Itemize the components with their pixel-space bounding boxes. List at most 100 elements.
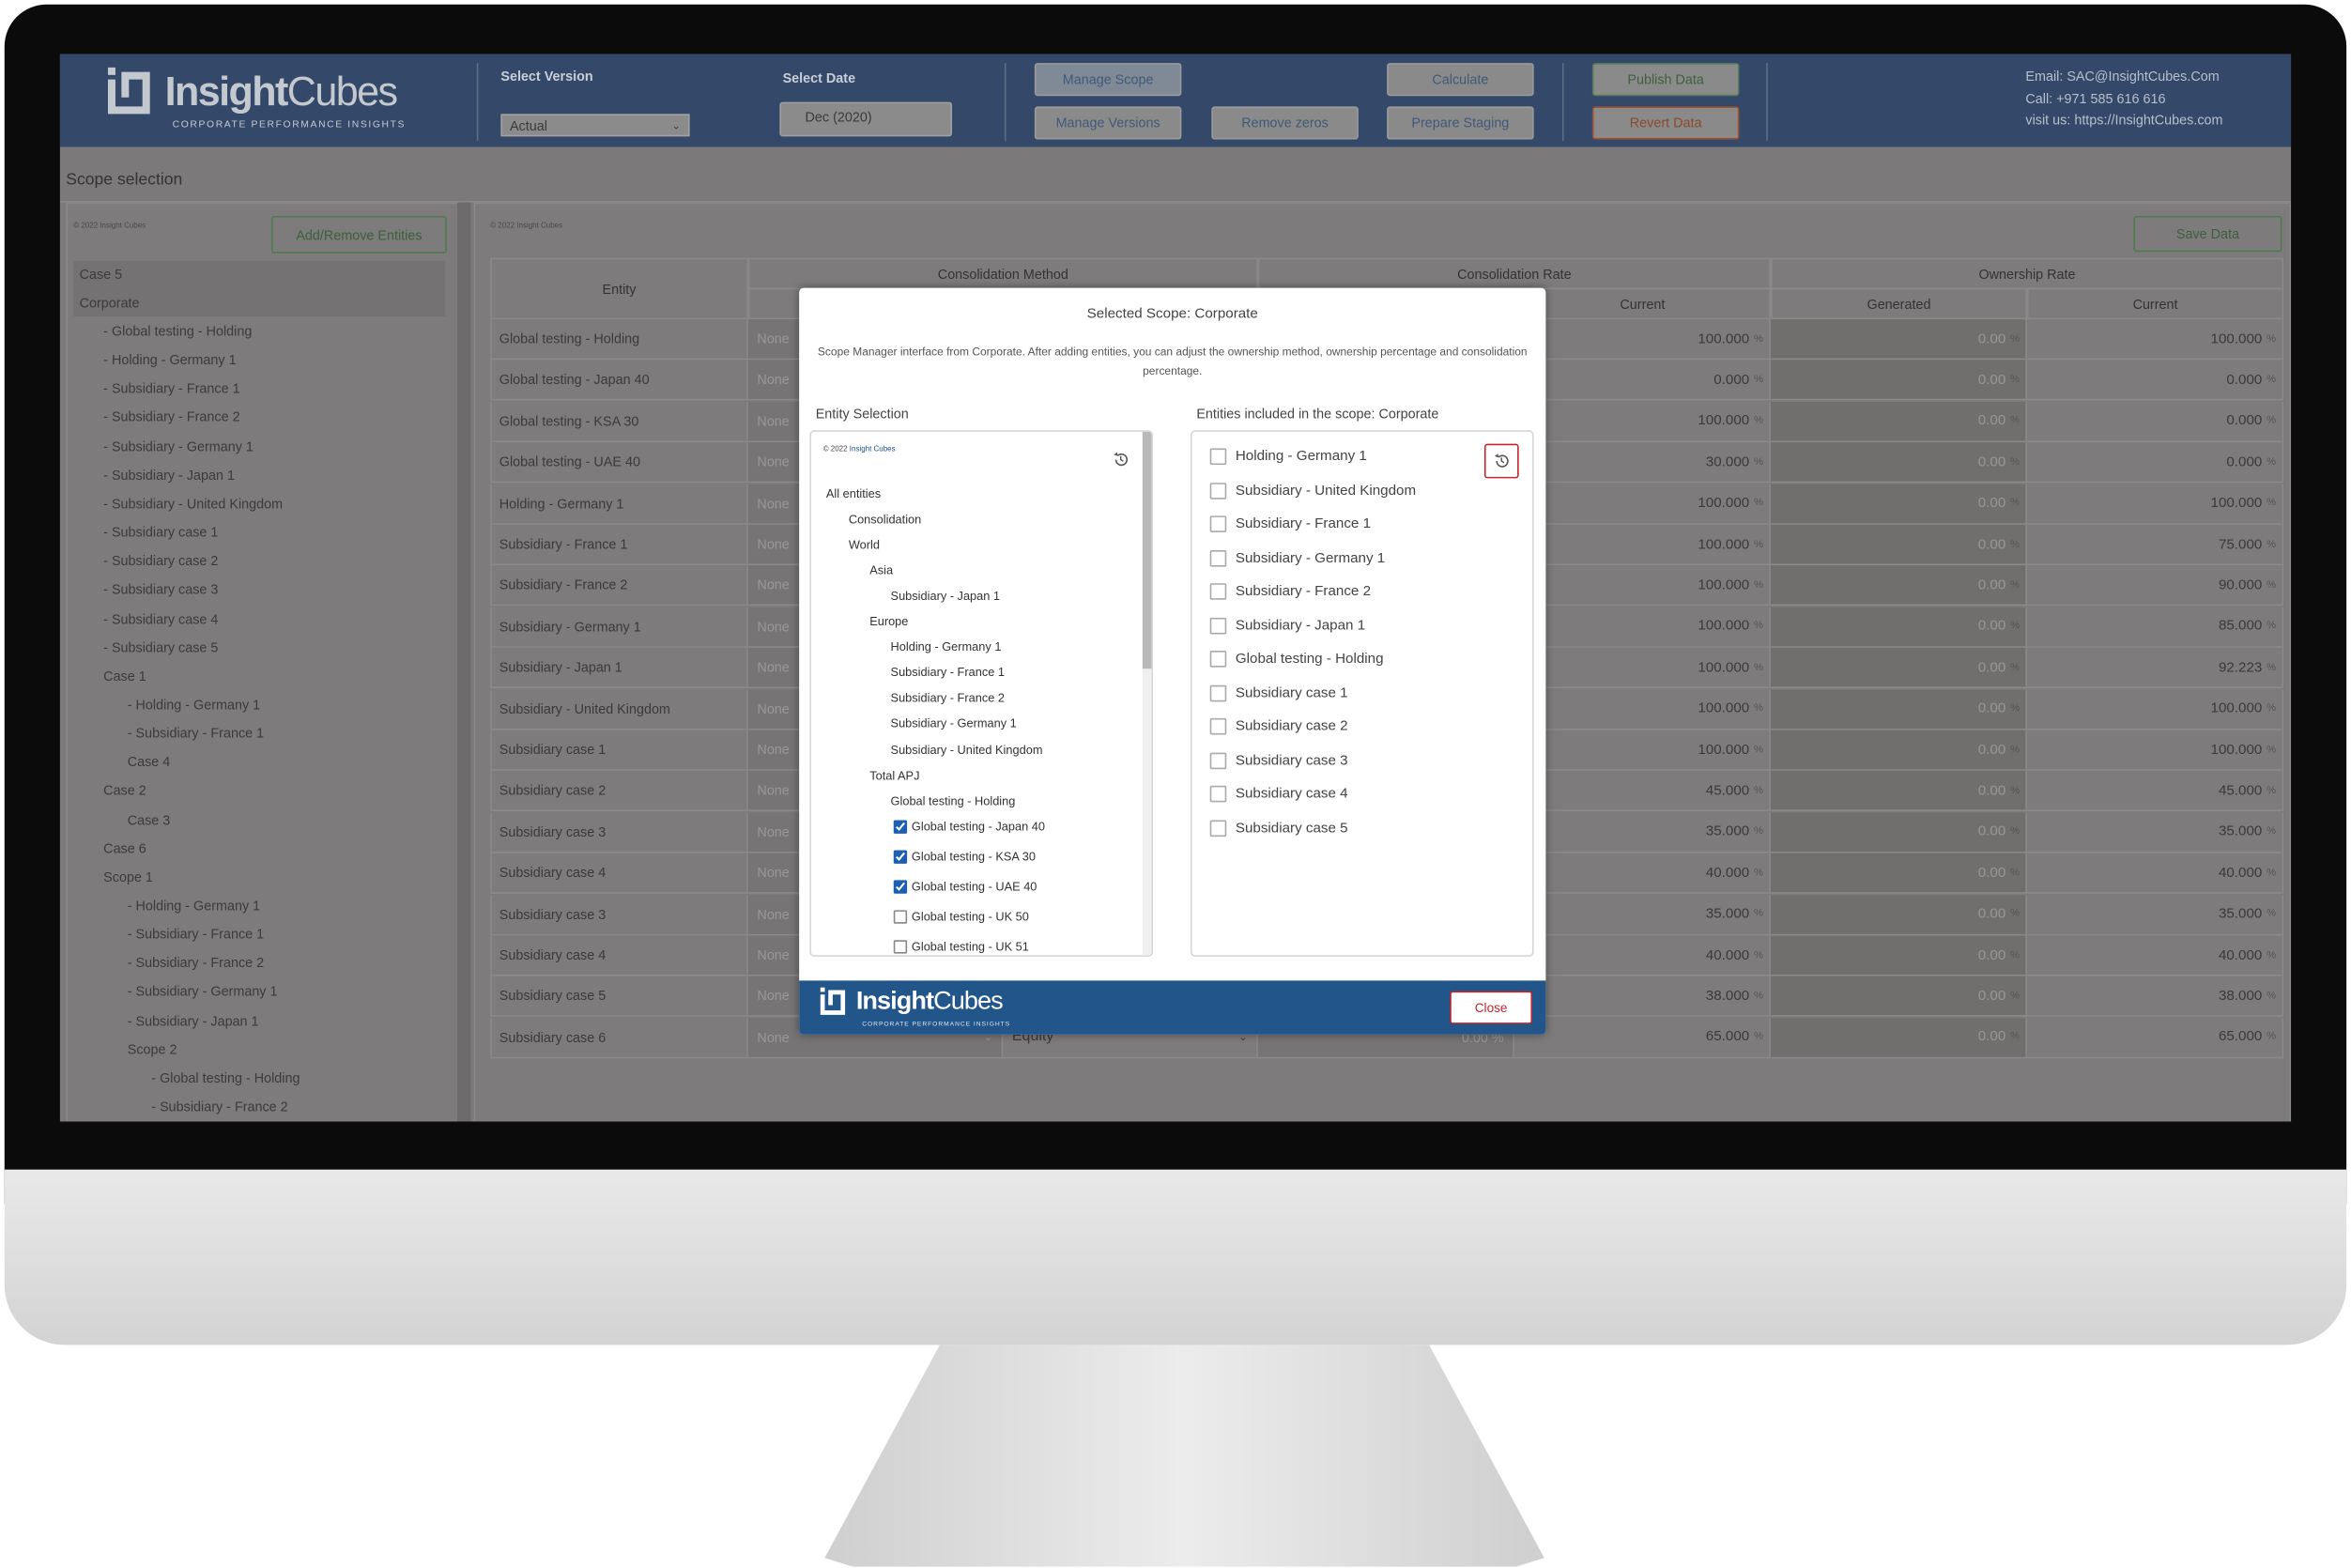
rate-current-input[interactable]: 35.000%: [1514, 894, 1771, 935]
rate-current-input[interactable]: 100.000%: [1514, 319, 1771, 361]
tree-item[interactable]: Global testing - KSA 30: [893, 850, 1036, 864]
entity-checkbox[interactable]: [1209, 617, 1227, 634]
tree-item[interactable]: Global testing - Japan 40: [893, 820, 1045, 834]
ownership-current-input[interactable]: 100.000%: [2027, 319, 2284, 361]
prepare-staging-button[interactable]: Prepare Staging: [1387, 106, 1534, 140]
scope-list-item[interactable]: - Subsidiary - Japan 1: [128, 1013, 259, 1028]
scope-list-item[interactable]: Case 4: [128, 755, 171, 770]
scope-list-item[interactable]: - Subsidiary - France 2: [128, 956, 264, 971]
rate-current-input[interactable]: 40.000%: [1514, 935, 1771, 976]
tree-item[interactable]: Global testing - Holding: [891, 794, 1016, 807]
scope-list-item[interactable]: - Subsidiary case 1: [103, 525, 218, 540]
entity-checkbox[interactable]: [1209, 448, 1227, 466]
ownership-current-input[interactable]: 40.000%: [2027, 935, 2284, 976]
scope-list-item[interactable]: - Subsidiary - United Kingdom: [103, 496, 283, 511]
scope-list-item[interactable]: - Subsidiary - France 2: [151, 1099, 287, 1115]
rate-current-input[interactable]: 45.000%: [1514, 771, 1771, 812]
scope-list-item[interactable]: Case 6: [103, 840, 146, 855]
scrollbar-thumb[interactable]: [1142, 431, 1152, 669]
included-entity-item[interactable]: Subsidiary case 1: [1209, 684, 1348, 701]
scope-list-item[interactable]: - Subsidiary case 3: [103, 582, 218, 597]
scope-list-item[interactable]: Case 2: [103, 783, 146, 798]
entity-checkbox[interactable]: [1209, 819, 1227, 837]
included-entity-item[interactable]: Subsidiary - Germany 1: [1209, 549, 1385, 566]
ownership-current-input[interactable]: 90.000%: [2027, 565, 2284, 607]
contact-email[interactable]: Email: SAC@InsightCubes.Com: [2025, 66, 2222, 87]
save-data-button[interactable]: Save Data: [2133, 215, 2282, 253]
scope-list-item[interactable]: - Subsidiary case 5: [103, 639, 218, 654]
scope-list-item[interactable]: - Holding - Germany 1: [103, 352, 236, 367]
entity-checkbox[interactable]: [1209, 549, 1227, 566]
rate-current-input[interactable]: 100.000%: [1514, 524, 1771, 566]
ownership-current-input[interactable]: 75.000%: [2027, 524, 2284, 566]
included-entity-item[interactable]: Global testing - Holding: [1209, 651, 1384, 668]
scope-list-item[interactable]: - Subsidiary - Japan 1: [103, 468, 235, 483]
entity-checkbox[interactable]: [1209, 515, 1227, 532]
included-entity-item[interactable]: Subsidiary case 5: [1209, 819, 1348, 837]
close-button[interactable]: Close: [1450, 991, 1533, 1024]
tree-item[interactable]: Global testing - UK 50: [893, 910, 1029, 924]
rate-current-input[interactable]: 100.000%: [1514, 565, 1771, 607]
ownership-current-input[interactable]: 35.000%: [2027, 894, 2284, 935]
scope-list-item[interactable]: Scope 2: [128, 1041, 177, 1056]
entity-checkbox[interactable]: [1209, 651, 1227, 668]
tree-item[interactable]: Consolidation: [849, 513, 921, 526]
ownership-current-input[interactable]: 100.000%: [2027, 730, 2284, 771]
rate-current-input[interactable]: 100.000%: [1514, 401, 1771, 442]
tree-item[interactable]: All entities: [826, 487, 881, 500]
entity-checkbox[interactable]: [1209, 684, 1227, 701]
tree-item[interactable]: World: [849, 538, 880, 551]
scope-list-item[interactable]: - Global testing - Holding: [103, 324, 252, 339]
scope-list-item[interactable]: - Subsidiary - France 1: [128, 927, 264, 942]
scrollbar-track[interactable]: [1142, 431, 1152, 956]
entity-checkbox[interactable]: [1209, 785, 1227, 803]
revert-data-button[interactable]: Revert Data: [1591, 106, 1740, 140]
scope-list-item[interactable]: Scope 1: [103, 869, 153, 884]
rate-current-input[interactable]: 38.000%: [1514, 976, 1771, 1018]
ownership-current-input[interactable]: 35.000%: [2027, 812, 2284, 853]
tree-checkbox[interactable]: [893, 910, 908, 924]
entity-checkbox[interactable]: [1209, 583, 1227, 600]
scope-list-item[interactable]: Case 3: [128, 812, 171, 827]
tree-item[interactable]: Subsidiary - United Kingdom: [891, 743, 1043, 756]
rate-current-input[interactable]: 65.000%: [1514, 1017, 1771, 1059]
history-icon[interactable]: [1113, 452, 1129, 469]
included-entity-item[interactable]: Subsidiary - Japan 1: [1209, 617, 1365, 634]
ownership-current-input[interactable]: 45.000%: [2027, 771, 2284, 812]
entity-checkbox[interactable]: [1209, 717, 1227, 735]
ownership-current-input[interactable]: 92.223%: [2027, 648, 2284, 689]
ownership-current-input[interactable]: 0.000%: [2027, 360, 2284, 401]
date-picker[interactable]: Dec (2020): [779, 101, 953, 137]
scope-list-item[interactable]: - Subsidiary case 4: [103, 611, 218, 626]
included-entity-item[interactable]: Subsidiary case 4: [1209, 785, 1348, 803]
ownership-current-input[interactable]: 65.000%: [2027, 1017, 2284, 1059]
rate-current-input[interactable]: 35.000%: [1514, 812, 1771, 853]
scope-list-item[interactable]: - Subsidiary - Germany 1: [103, 438, 254, 453]
scope-list-item[interactable]: - Subsidiary case 2: [103, 554, 218, 569]
rate-current-input[interactable]: 100.000%: [1514, 730, 1771, 771]
included-entity-item[interactable]: Subsidiary - France 2: [1209, 583, 1371, 600]
ownership-current-input[interactable]: 38.000%: [2027, 976, 2284, 1018]
tree-checkbox[interactable]: [893, 820, 908, 834]
rate-current-input[interactable]: 40.000%: [1514, 853, 1771, 895]
copyright-link[interactable]: Insight Cubes: [850, 445, 896, 454]
manage-scope-button[interactable]: Manage Scope: [1034, 63, 1182, 97]
ownership-current-input[interactable]: 40.000%: [2027, 853, 2284, 895]
tree-item[interactable]: Subsidiary - France 1: [891, 667, 1005, 680]
included-entity-item[interactable]: Subsidiary - France 1: [1209, 515, 1371, 532]
tree-item[interactable]: Total APJ: [869, 768, 919, 781]
scrollbar[interactable]: [457, 202, 471, 1122]
tree-item[interactable]: Global testing - UK 51: [893, 940, 1029, 954]
restore-button[interactable]: [1483, 443, 1519, 479]
tree-checkbox[interactable]: [893, 940, 908, 954]
tree-item[interactable]: Subsidiary - Germany 1: [891, 717, 1017, 730]
scope-item-case-5[interactable]: Case 5: [80, 267, 123, 282]
included-entity-item[interactable]: Holding - Germany 1: [1209, 448, 1367, 466]
included-entity-item[interactable]: Subsidiary case 2: [1209, 717, 1348, 735]
ownership-current-input[interactable]: 0.000%: [2027, 401, 2284, 442]
scope-item-corporate[interactable]: Corporate: [80, 296, 140, 311]
rate-current-input[interactable]: 100.000%: [1514, 484, 1771, 525]
calculate-button[interactable]: Calculate: [1387, 63, 1534, 97]
publish-data-button[interactable]: Publish Data: [1591, 63, 1740, 97]
entity-checkbox[interactable]: [1209, 751, 1227, 769]
